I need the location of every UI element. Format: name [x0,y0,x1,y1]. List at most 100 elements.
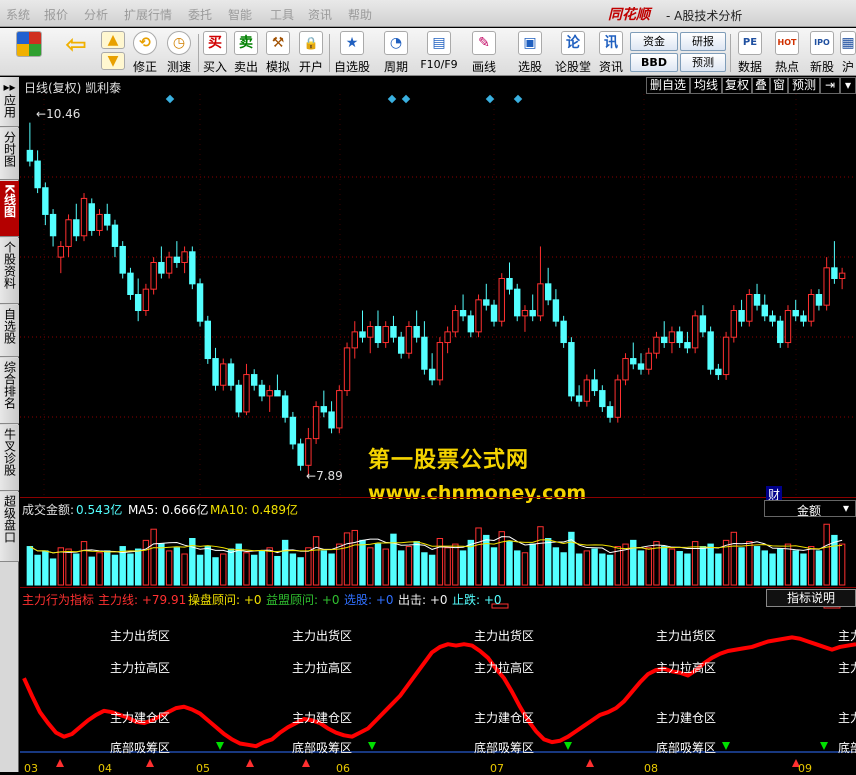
back-button[interactable]: ⇦ [56,31,96,75]
volume-bar [506,541,513,586]
candle-body [158,261,165,274]
f10-button[interactable]: ▤ F10/F9 [418,31,460,75]
candle-body [777,320,784,344]
volume-bar [777,548,784,586]
zone-label: 主力拉高区 [656,661,717,675]
month-label: 06 [336,762,350,775]
stock-picker-button[interactable]: ▣ 选股 [512,31,548,75]
candle-body [258,384,266,397]
volume-ma10: MA10: 0.489亿 [210,503,299,517]
tab-super-board[interactable]: 超级盘口 [0,492,19,562]
volume-bar [80,541,88,586]
tab-ranking[interactable]: 综合排名 [0,358,19,424]
candle-body [34,160,41,189]
high-price-label: ←10.46 [36,107,81,121]
simulate-button[interactable]: ⚒ 模拟 [262,31,294,75]
toolbar: ⇦ ▲ ▼ ⟲ 修正 ◷ 测速 买 买入 卖 卖出 ⚒ 模拟 🔒 开户 ★ 自选… [0,28,856,76]
volume-bar [413,541,420,586]
sidebar: ▸▸ 应用 分时图 K线图 个股资料 自选股 综合排名 牛叉诊股 超级盘口 [0,77,19,772]
open-account-button[interactable]: 🔒 开户 [295,31,327,75]
sell-button[interactable]: 卖 卖出 [231,31,261,75]
tab-intraday[interactable]: 分时图 [0,128,19,180]
period-icon: ◔ [384,31,408,55]
forum-button[interactable]: 论 论股堂 [553,31,593,75]
candle-body [181,251,188,263]
candle-body [65,219,72,247]
zone-label: 主力拉高区 [292,661,353,675]
volume-bar [34,554,41,586]
bbd-button[interactable]: BBD [630,53,678,72]
candle-body [614,379,621,418]
menu-smart[interactable]: 智能 [228,6,252,23]
fix-label: 修正 [132,60,157,74]
menu-entrust[interactable]: 委托 [188,6,212,23]
hotspot-button[interactable]: HOT 热点 [770,31,804,75]
watchlist-label: 自选股 [333,60,370,74]
menu-help[interactable]: 帮助 [348,6,372,23]
zone-label: 主力拉高区 [110,661,171,675]
menu-analysis[interactable]: 分析 [84,6,108,23]
volume-bar [560,552,567,586]
tab-diagnosis[interactable]: 牛叉诊股 [0,425,19,491]
toolbar-separator [329,34,330,72]
updown-button[interactable]: ▲ ▼ [100,31,126,75]
candle-body [637,363,645,370]
tab-kline[interactable]: K线图 [0,181,19,237]
draw-line-button[interactable]: ✎ 画线 [466,31,502,75]
shanghai-button[interactable]: ▦ 沪 [840,31,856,75]
period-button[interactable]: ◔ 周期 [378,31,414,75]
research-button[interactable]: 研报 [680,32,726,51]
zone-label: 主力出货区 [292,629,353,643]
candle-body [281,395,289,418]
new-stock-button[interactable]: IPO 新股 [806,31,838,75]
tab-apps[interactable]: ▸▸ 应用 [0,77,19,127]
indicator-name[interactable]: 主力行为指标 [22,591,94,608]
speedtest-button[interactable]: ◷ 测速 [162,31,196,75]
menu-news[interactable]: 资讯 [308,6,332,23]
draw-line-label: 画线 [471,60,496,74]
candle-body [529,310,536,317]
candle-body [684,342,691,349]
zone-label: 主力建仓区 [474,711,535,725]
tab-stock-info[interactable]: 个股资料 [0,238,19,304]
candle-body [552,299,560,322]
month-label: 04 [98,762,112,775]
capital-button[interactable]: 资金 [630,32,678,51]
volume-bar [251,554,258,586]
amount-dropdown[interactable]: 金额 ▾ [764,500,856,518]
red-arrow-up-icon [146,759,154,767]
candle-body [405,326,413,354]
candle-body [707,331,714,370]
buy-button[interactable]: 买 买入 [200,31,230,75]
signal-diamond-icon [387,94,397,104]
menu-system[interactable]: 系统 [6,6,30,23]
fix-button[interactable]: ⟲ 修正 [128,31,162,75]
tab-intraday-label: 分时图 [2,131,17,167]
news-button[interactable]: 讯 资讯 [596,31,626,75]
volume-bar [26,546,34,586]
tab-watchlist[interactable]: 自选股 [0,305,19,357]
candle-body [227,363,235,386]
tab-kline-label: K线图 [2,184,17,218]
indicator-explain-button[interactable]: 指标说明 [766,589,856,607]
zone-label: 主力建仓区 [838,711,856,725]
forecast-button[interactable]: 预测 [680,53,726,72]
windows-logo-button[interactable] [12,31,46,75]
volume-bar [359,539,366,586]
candle-body [599,390,606,408]
volume-bar [312,536,320,586]
signal-stop-fall: 止跌: +0 [452,593,502,607]
volume-bar [127,553,134,586]
volume-bar [428,554,436,586]
menu-ext-quote[interactable]: 扩展行情 [124,6,172,23]
watchlist-button[interactable]: ★ 自选股 [332,31,372,75]
menu-quote[interactable]: 报价 [44,6,68,23]
menu-tools[interactable]: 工具 [270,6,294,23]
data-button[interactable]: PE 数据 [734,31,766,75]
month-label: 07 [490,762,504,775]
volume-bar [65,548,72,586]
simulate-label: 模拟 [265,60,290,74]
candle-body [204,320,211,360]
candle-body [165,256,173,274]
volume-bar [645,547,652,586]
